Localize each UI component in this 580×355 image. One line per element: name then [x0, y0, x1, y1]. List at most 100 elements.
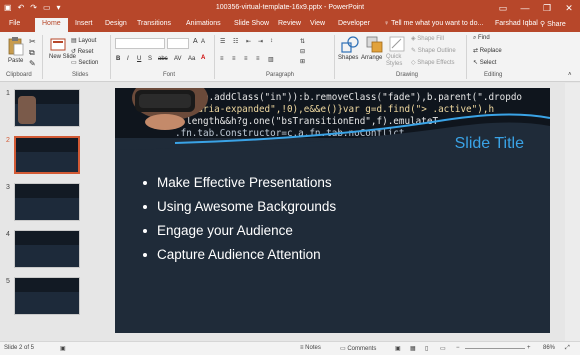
italic-button[interactable]: I — [127, 56, 129, 62]
tell-me-search[interactable]: ♀ Tell me what you want to do... — [384, 20, 483, 27]
tab-transitions[interactable]: Transitions — [137, 20, 171, 27]
tab-animations[interactable]: Animations — [186, 20, 221, 27]
slide-title[interactable]: Slide Title — [455, 135, 524, 153]
tab-developer[interactable]: Developer — [338, 20, 370, 27]
shape-fill-label: Shape Fill — [417, 36, 444, 42]
tab-insert[interactable]: Insert — [75, 20, 93, 27]
font-color-icon[interactable]: A — [201, 55, 205, 61]
char-spacing-icon[interactable]: AV — [174, 56, 182, 62]
justify-icon[interactable]: ≡ — [256, 56, 260, 62]
thumbnail-header — [15, 184, 79, 199]
line-spacing-icon[interactable]: ↕ — [270, 38, 273, 44]
change-case-icon[interactable]: Aa — [188, 56, 195, 62]
shapes-icon[interactable] — [341, 36, 359, 54]
align-center-icon[interactable]: ≡ — [232, 56, 236, 62]
decrease-indent-icon[interactable]: ⇤ — [246, 38, 251, 45]
thumbnail-number: 3 — [6, 184, 10, 191]
tab-design[interactable]: Design — [105, 20, 127, 27]
arrange-button[interactable]: Arrange — [361, 55, 382, 61]
quick-styles-icon[interactable] — [389, 36, 405, 52]
tab-review[interactable]: Review — [278, 20, 301, 27]
tab-slideshow[interactable]: Slide Show — [234, 20, 269, 27]
arrange-icon[interactable] — [366, 36, 384, 54]
bullet-dot — [143, 205, 147, 209]
user-account[interactable]: Farshad Iqbal — [495, 20, 538, 27]
align-text-icon[interactable]: ⊟ — [300, 48, 305, 55]
slide-thumbnail-3[interactable] — [14, 183, 80, 221]
shape-effects-button[interactable]: ◇ Shape Effects — [411, 59, 455, 66]
tab-home[interactable]: Home — [35, 18, 68, 32]
font-name-dropdown[interactable] — [115, 38, 165, 49]
zoom-slider[interactable] — [465, 348, 525, 349]
bullet-list[interactable]: Make Effective Presentations Using Aweso… — [141, 174, 336, 270]
shape-outline-button[interactable]: ✎ Shape Outline — [411, 47, 456, 54]
tab-file[interactable]: File — [9, 20, 20, 27]
copy-icon[interactable]: ⧉ — [29, 48, 35, 58]
ribbon-home: Paste ✂ ⧉ ✎ Clipboard New Slide ▤ Layout… — [0, 32, 580, 82]
thumbnail-header — [16, 138, 78, 152]
align-left-icon[interactable]: ≡ — [220, 56, 224, 62]
slide-thumbnail-1[interactable] — [14, 89, 80, 127]
zoom-level[interactable]: 86% — [543, 345, 555, 351]
bullet-item: Make Effective Presentations — [141, 174, 336, 198]
bold-button[interactable]: B — [116, 56, 120, 62]
font-size-dropdown[interactable] — [167, 38, 189, 49]
fit-to-window-icon[interactable]: ⤢ — [565, 345, 570, 352]
reset-icon: ↺ — [71, 49, 78, 55]
spelling-icon[interactable]: ▣ — [60, 345, 66, 352]
thumbnail-number: 2 — [6, 137, 10, 144]
find-button[interactable]: ⌕ Find — [473, 35, 490, 42]
normal-view-icon[interactable]: ▣ — [395, 345, 401, 352]
new-slide-icon[interactable] — [50, 38, 66, 52]
window-controls: ▭ — ❐ ✕ — [492, 0, 580, 17]
restore-button[interactable]: ❐ — [536, 0, 558, 17]
format-painter-icon[interactable]: ✎ — [29, 59, 36, 68]
grow-font-icon[interactable]: A — [193, 38, 198, 45]
quick-styles-button[interactable]: Quick Styles — [386, 54, 408, 68]
paste-icon[interactable] — [7, 36, 25, 56]
vertical-scrollbar[interactable] — [565, 83, 580, 341]
columns-icon[interactable]: ▥ — [268, 56, 274, 63]
shadow-button[interactable]: S — [148, 56, 152, 62]
cut-icon[interactable]: ✂ — [29, 37, 36, 46]
reset-button[interactable]: ↺ Reset — [71, 48, 93, 55]
collapse-ribbon-icon[interactable]: ˄ — [568, 72, 572, 78]
share-button[interactable]: ⚲ Share — [540, 20, 566, 28]
reading-view-icon[interactable]: ▯ — [425, 345, 428, 352]
replace-icon: ⇄ — [473, 48, 480, 54]
bullet-text: Make Effective Presentations — [157, 175, 332, 190]
slide-thumbnail-5[interactable] — [14, 277, 80, 315]
section-button[interactable]: ▭ Section — [71, 59, 98, 66]
minimize-button[interactable]: — — [514, 0, 536, 17]
layout-button[interactable]: ▤ Layout — [71, 37, 96, 44]
bullets-icon[interactable]: ☰ — [220, 38, 225, 45]
zoom-in-icon[interactable]: + — [527, 345, 531, 351]
ribbon-display-options-icon[interactable]: ▭ — [492, 0, 514, 17]
underline-button[interactable]: U — [137, 56, 141, 62]
slide-thumbnail-2[interactable] — [14, 136, 80, 174]
layout-label: Layout — [78, 38, 97, 44]
text-direction-icon[interactable]: ⇅ — [300, 38, 305, 45]
strikethrough-button[interactable]: abc — [158, 56, 168, 62]
tab-view[interactable]: View — [310, 20, 325, 27]
numbering-icon[interactable]: ☷ — [233, 38, 238, 45]
bullet-text: Capture Audience Attention — [157, 247, 321, 262]
shape-fill-button[interactable]: ◈ Shape Fill — [411, 35, 444, 42]
select-button[interactable]: ↖ Select — [473, 59, 496, 66]
comments-button[interactable]: ▭ Comments — [340, 345, 376, 352]
smartart-icon[interactable]: ⊞ — [300, 58, 305, 65]
replace-button[interactable]: ⇄ Replace — [473, 47, 502, 54]
zoom-out-icon[interactable]: − — [456, 345, 460, 351]
close-button[interactable]: ✕ — [558, 0, 580, 17]
shapes-button[interactable]: Shapes — [338, 55, 358, 61]
notes-button[interactable]: ≡ Notes — [300, 345, 321, 351]
increase-indent-icon[interactable]: ⇥ — [258, 38, 263, 45]
slide-canvas[interactable]: idth,b.addClass("in")):b.removeClass("fa… — [115, 88, 550, 333]
slide-header-graphic — [115, 88, 550, 168]
slide-sorter-icon[interactable]: ▦ — [410, 345, 416, 352]
paste-button[interactable]: Paste — [8, 58, 23, 64]
slideshow-view-icon[interactable]: ▭ — [440, 345, 446, 352]
shrink-font-icon[interactable]: A — [201, 39, 205, 45]
slide-thumbnail-4[interactable] — [14, 230, 80, 268]
align-right-icon[interactable]: ≡ — [244, 56, 248, 62]
